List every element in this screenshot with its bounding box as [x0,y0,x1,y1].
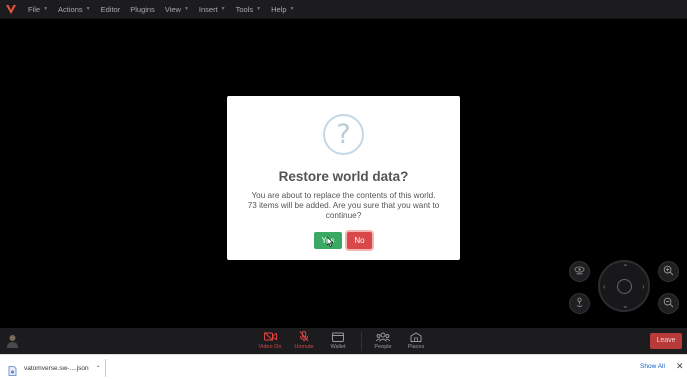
video-toggle-button[interactable]: Video On [253,330,287,353]
menu-editor[interactable]: Editor [96,0,126,18]
mic-off-icon [287,330,321,343]
places-button[interactable]: Places [399,330,433,353]
chevron-down-icon: ▼ [289,6,295,12]
menu-insert[interactable]: Insert ▼ [194,0,231,18]
people-label: People [374,344,392,350]
person-pin-icon [574,295,585,313]
chevron-left-icon[interactable]: ‹ [603,283,606,291]
chevron-down-icon: ▼ [43,6,49,12]
show-all-link[interactable]: Show All [640,363,665,370]
menu-file[interactable]: File ▼ [23,0,53,18]
menu-label: Actions [58,4,83,14]
chevron-down-icon: ▼ [220,6,226,12]
video-toggle-label: Video On [258,344,282,350]
menu-label: Help [271,4,287,14]
bottom-toolbar: Video On Unmute Wallet People Places Lea… [0,328,687,354]
close-icon[interactable]: ✕ [676,361,684,372]
menu-bar: File ▼ Actions ▼ Editor Plugins View ▼ Insert ▼ To… [0,0,687,19]
people-button[interactable]: People [366,330,400,353]
chevron-down-icon[interactable]: ⌄ [622,302,629,310]
people-icon [366,330,400,343]
question-circle-icon: ? [323,114,364,155]
chevron-down-icon: ▼ [85,6,91,12]
avatar[interactable] [6,334,19,348]
movement-joystick[interactable]: ⌃ ⌄ ‹ › [598,260,650,312]
eye-icon [574,263,585,281]
dialog-message: You are about to replace the contents of… [247,191,440,220]
mouse-cursor-icon [327,237,334,247]
avatar-pose-button[interactable] [569,293,590,314]
zoom-in-button[interactable] [658,261,679,282]
download-file-name: vatomverse.sw-....json [24,364,89,372]
dialog-title: Restore world data? [278,169,409,184]
menu-plugins[interactable]: Plugins [125,0,160,18]
wallet-button[interactable]: Wallet [321,330,355,353]
view-mode-button[interactable] [569,261,590,282]
menu-tools[interactable]: Tools ▼ [231,0,266,18]
menu-label: Editor [100,4,121,14]
menu-label: File [28,4,41,14]
menu-label: View [164,4,181,14]
joystick-knob[interactable] [617,279,632,294]
menu-view[interactable]: View ▼ [160,0,194,18]
chevron-down-icon: ▼ [256,6,262,12]
video-off-icon [253,330,287,343]
file-icon [8,363,18,376]
leave-button[interactable]: Leave [650,333,682,349]
zoom-in-icon [663,263,674,281]
restore-world-dialog: ? Restore world data? You are about to r… [227,96,460,260]
unmute-button[interactable]: Unmute [287,330,321,353]
chevron-right-icon[interactable]: › [642,283,645,291]
menu-label: Plugins [130,4,155,14]
menu-label: Insert [198,4,218,14]
places-icon [399,330,433,343]
places-label: Places [407,344,425,350]
wallet-icon [321,330,355,343]
menu-label: Tools [235,4,254,14]
downloads-bar: vatomverse.sw-....json ⌃ Show All ✕ [0,354,687,380]
wallet-label: Wallet [330,344,346,350]
app-logo-icon[interactable] [3,1,19,17]
chevron-up-icon[interactable]: ⌃ [622,264,629,272]
zoom-out-icon [663,295,674,313]
unmute-label: Unmute [294,344,314,350]
zoom-out-button[interactable] [658,293,679,314]
menu-help[interactable]: Help ▼ [266,0,299,18]
no-button[interactable]: No [347,232,372,249]
download-item[interactable]: vatomverse.sw-....json ⌃ [4,359,106,377]
chevron-down-icon: ▼ [183,6,189,12]
menu-actions[interactable]: Actions ▼ [53,0,96,18]
chevron-up-icon[interactable]: ⌃ [96,365,101,372]
toolbar-divider [361,332,362,351]
